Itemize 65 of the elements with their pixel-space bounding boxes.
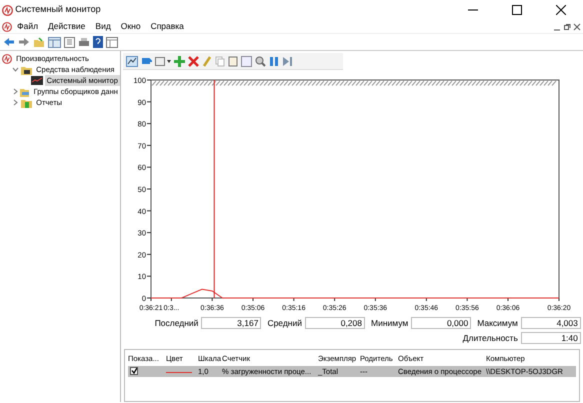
stat-label: Длительность <box>462 332 519 346</box>
y-tick <box>146 254 152 255</box>
x-tick <box>374 298 376 302</box>
monitor-icon <box>30 76 43 85</box>
stat-label: Последний <box>154 317 200 330</box>
restore-icon[interactable] <box>562 22 571 30</box>
delete-icon[interactable] <box>188 56 199 66</box>
close-icon[interactable] <box>572 22 581 30</box>
stat-field: 0,000 <box>411 317 472 330</box>
x-tick <box>334 298 336 302</box>
stat-label: Средний <box>266 317 303 330</box>
y-tick <box>146 188 152 190</box>
menu-item[interactable]: Вид <box>90 20 116 33</box>
step-icon[interactable] <box>282 56 293 66</box>
x-tick <box>212 298 213 302</box>
add-icon[interactable] <box>174 56 185 66</box>
x-tick <box>466 298 468 302</box>
help-icon[interactable] <box>93 36 103 48</box>
menu-item[interactable]: Справка <box>146 20 189 33</box>
folder-icon[interactable] <box>33 36 45 48</box>
list-icon[interactable] <box>64 36 75 48</box>
x-tick <box>558 298 560 302</box>
folder-icon <box>21 98 32 108</box>
stat-field: 4,003 <box>520 317 581 330</box>
folder-icon <box>21 64 32 74</box>
back-arrow-icon[interactable] <box>3 37 15 47</box>
stat-label: Минимум <box>370 317 410 330</box>
pause-icon[interactable] <box>269 56 279 66</box>
performance-icon <box>2 54 12 64</box>
x-tick <box>426 298 427 302</box>
graph-type-icon[interactable] <box>155 56 171 66</box>
y-tick <box>146 101 152 102</box>
properties-icon[interactable] <box>241 56 252 66</box>
x-tick <box>150 298 152 302</box>
window-icon[interactable] <box>48 36 61 48</box>
folder-icon <box>20 86 30 96</box>
stat-field: 0,208 <box>305 317 365 330</box>
y-tick <box>146 123 152 124</box>
menu-item[interactable]: Окно <box>116 20 146 33</box>
highlight-icon[interactable] <box>141 56 152 66</box>
app-icon <box>2 22 12 32</box>
x-tick <box>252 298 254 302</box>
stat-label: Максимум <box>476 317 519 330</box>
y-tick <box>146 232 152 234</box>
forward-arrow-icon[interactable] <box>18 37 30 47</box>
maximize-icon[interactable] <box>512 5 522 15</box>
y-tick <box>146 144 152 146</box>
stat-field: 3,167 <box>201 317 262 330</box>
zoom-icon[interactable] <box>255 56 266 66</box>
window-icon[interactable] <box>106 36 118 48</box>
window-title: Системный монитор <box>15 3 101 16</box>
x-tick <box>293 298 294 302</box>
printer-icon[interactable] <box>78 36 90 48</box>
app-icon <box>2 4 14 16</box>
menu-item[interactable]: Действие <box>43 20 90 33</box>
paste-icon[interactable] <box>228 56 238 66</box>
stat-field: 1:40 <box>520 332 581 344</box>
y-tick <box>146 276 152 277</box>
show-checkbox[interactable] <box>130 366 138 375</box>
chart-view-icon[interactable] <box>126 56 138 66</box>
x-tick <box>170 298 172 302</box>
y-tick <box>146 210 152 212</box>
menu-item[interactable]: Файл <box>12 20 44 33</box>
y-tick <box>146 166 152 168</box>
close-icon[interactable] <box>556 5 566 15</box>
